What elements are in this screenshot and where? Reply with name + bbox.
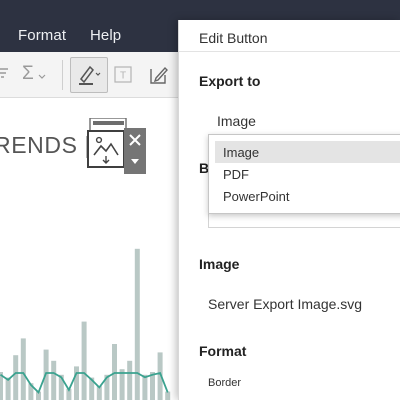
chart-bar [51, 360, 57, 400]
annotate-icon[interactable] [148, 64, 170, 86]
image-label: Image [199, 256, 240, 272]
chart-bar [165, 391, 171, 400]
panel-header: Edit Button [179, 20, 400, 52]
widget-control-tab [124, 128, 146, 174]
chevron-down-icon[interactable] [131, 159, 139, 164]
border-label: Border [208, 377, 242, 389]
sort-icon[interactable] [0, 66, 10, 82]
chart-bar [127, 360, 133, 400]
menu-format[interactable]: Format [18, 27, 66, 44]
chart-bar [142, 374, 148, 400]
workbook-window: Format Help Σ T RENDS | Edit Button Expo… [0, 0, 400, 400]
image-file-name[interactable]: Server Export Image.svg [208, 296, 362, 312]
export-to-label: Export to [199, 73, 261, 89]
sum-icon[interactable]: Σ [22, 63, 34, 85]
svg-text:T: T [120, 71, 126, 82]
dropdown-option-pdf[interactable]: PDF [215, 163, 400, 185]
panel-title: Edit Button [199, 30, 268, 46]
text-label-icon[interactable]: T [114, 66, 134, 84]
format-label: Format [199, 343, 247, 359]
chart-bar [112, 344, 117, 400]
chart-bar [134, 248, 140, 400]
chart-bar [74, 366, 79, 400]
chart-bar [81, 321, 87, 400]
export-select[interactable]: Image [217, 113, 256, 129]
dropdown-option-powerpoint[interactable]: PowerPoint [215, 185, 400, 207]
close-icon[interactable] [129, 134, 141, 146]
dropdown-option-image[interactable]: Image [215, 141, 400, 163]
export-dropdown-list: Image PDF PowerPoint [208, 134, 400, 214]
chart-bar [5, 377, 11, 400]
menu-help[interactable]: Help [90, 27, 121, 44]
image-button-widget[interactable] [86, 118, 128, 168]
toolbar: Σ T [0, 52, 178, 98]
chart-bar [20, 338, 26, 400]
sum-dropdown-icon[interactable] [38, 74, 46, 80]
chart-bar [13, 355, 19, 400]
highlight-pen-icon [79, 65, 101, 85]
toolbar-separator [62, 60, 63, 90]
